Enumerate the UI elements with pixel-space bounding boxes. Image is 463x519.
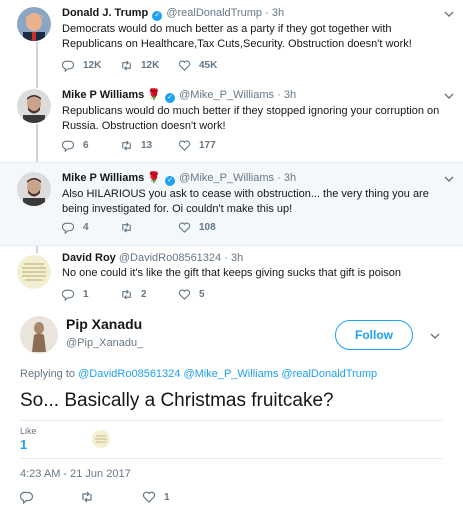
retweet-button[interactable] bbox=[120, 221, 178, 234]
reply-count: 4 bbox=[83, 222, 89, 233]
retweet-button[interactable]: 13 bbox=[120, 139, 178, 152]
tweet[interactable]: Donald J. Trump ✓ @realDonaldTrump · 3h … bbox=[0, 0, 463, 82]
replying-to: Replying to @DavidRo08561324 @Mike_P_Wil… bbox=[20, 368, 377, 380]
tweet-text: No one could it's like the gift that kee… bbox=[62, 267, 402, 279]
retweet-count: 13 bbox=[141, 140, 153, 151]
tweet-text: Republicans would do much better if they… bbox=[62, 105, 440, 132]
reply-count: 1 bbox=[83, 289, 89, 300]
like-count: 45K bbox=[199, 60, 218, 71]
avatar[interactable] bbox=[17, 89, 51, 123]
retweet-icon bbox=[122, 140, 131, 151]
like-count: 1 bbox=[164, 491, 170, 503]
author-handle[interactable]: @Pip_Xanadu_ bbox=[66, 337, 143, 349]
like-button[interactable]: 45K bbox=[178, 59, 236, 72]
like-button[interactable]: 5 bbox=[178, 288, 236, 301]
reply-count: 12K bbox=[83, 60, 102, 71]
like-icon bbox=[178, 222, 191, 233]
verified-icon: ✓ bbox=[165, 93, 176, 103]
retweet-button[interactable]: 12K bbox=[120, 59, 178, 72]
rose-icon: 🌹 bbox=[147, 89, 161, 101]
tweet-time[interactable]: 3h bbox=[231, 252, 243, 264]
verified-icon: ✓ bbox=[165, 176, 176, 186]
retweet-count: 12K bbox=[141, 60, 160, 71]
avatar[interactable] bbox=[17, 7, 51, 41]
tweet-time[interactable]: 3h bbox=[272, 7, 284, 19]
replying-to-links[interactable]: @DavidRo08561324 @Mike_P_Williams @realD… bbox=[78, 368, 377, 380]
retweet-icon bbox=[122, 60, 131, 71]
like-count: 5 bbox=[199, 289, 205, 300]
replying-prefix: Replying to bbox=[20, 368, 76, 380]
follow-button[interactable]: Follow bbox=[335, 320, 413, 350]
author-name[interactable]: Donald J. Trump bbox=[62, 7, 148, 19]
rose-icon: 🌹 bbox=[147, 172, 161, 184]
separator-dot: · bbox=[224, 252, 228, 264]
divider bbox=[20, 420, 443, 421]
reply-button[interactable] bbox=[20, 490, 80, 504]
separator-dot: · bbox=[277, 172, 281, 184]
like-icon bbox=[178, 140, 191, 151]
reply-count: 6 bbox=[83, 140, 89, 151]
like-button[interactable]: 177 bbox=[178, 139, 236, 152]
retweet-count: 2 bbox=[141, 289, 147, 300]
like-icon bbox=[142, 491, 156, 503]
divider bbox=[20, 458, 443, 459]
tweet-text: Also HILARIOUS you ask to cease with obs… bbox=[62, 188, 429, 215]
separator-dot: · bbox=[277, 89, 281, 101]
retweet-icon bbox=[82, 491, 92, 503]
reply-icon bbox=[20, 491, 34, 504]
like-count: 177 bbox=[199, 140, 216, 151]
likes-label: Like bbox=[20, 426, 37, 436]
author-handle[interactable]: @DavidRo08561324 bbox=[119, 252, 221, 264]
like-icon bbox=[178, 60, 191, 71]
reply-icon bbox=[62, 60, 75, 72]
retweet-icon bbox=[122, 289, 131, 300]
reply-icon bbox=[62, 289, 75, 301]
chevron-down-icon[interactable] bbox=[443, 173, 455, 185]
tweet-time[interactable]: 3h bbox=[284, 89, 296, 101]
author-handle[interactable]: @realDonaldTrump bbox=[166, 7, 262, 19]
reply-icon bbox=[62, 140, 75, 152]
tweet-timestamp[interactable]: 4:23 AM - 21 Jun 2017 bbox=[20, 468, 131, 480]
retweet-icon bbox=[122, 222, 131, 233]
avatar[interactable] bbox=[20, 316, 58, 354]
separator-dot: · bbox=[265, 7, 269, 19]
tweet-time[interactable]: 3h bbox=[284, 172, 296, 184]
reply-button[interactable]: 4 bbox=[62, 221, 120, 234]
like-icon bbox=[178, 289, 191, 300]
author-name[interactable]: David Roy bbox=[62, 252, 116, 264]
like-button[interactable]: 108 bbox=[178, 221, 236, 234]
author-handle[interactable]: @Mike_P_Williams bbox=[179, 89, 274, 101]
verified-icon: ✓ bbox=[152, 11, 163, 21]
avatar[interactable] bbox=[17, 172, 51, 206]
tweet-text: Democrats would do much better as a part… bbox=[62, 23, 412, 50]
avatar[interactable] bbox=[17, 255, 51, 289]
reply-button[interactable]: 6 bbox=[62, 139, 120, 152]
chevron-down-icon[interactable] bbox=[443, 8, 455, 20]
author-name[interactable]: Pip Xanadu bbox=[66, 316, 142, 332]
author-name[interactable]: Mike P Williams bbox=[62, 172, 144, 184]
likes-count[interactable]: 1 bbox=[20, 437, 27, 452]
retweet-button[interactable] bbox=[80, 490, 142, 504]
author-name[interactable]: Mike P Williams bbox=[62, 89, 144, 101]
reply-button[interactable]: 12K bbox=[62, 59, 120, 72]
liker-avatar[interactable] bbox=[92, 430, 110, 448]
chevron-down-icon[interactable] bbox=[429, 330, 441, 342]
reply-button[interactable]: 1 bbox=[62, 288, 120, 301]
chevron-down-icon[interactable] bbox=[443, 90, 455, 102]
like-button[interactable]: 1 bbox=[142, 490, 200, 504]
reply-icon bbox=[62, 222, 75, 234]
retweet-button[interactable]: 2 bbox=[120, 288, 178, 301]
author-handle[interactable]: @Mike_P_Williams bbox=[179, 172, 274, 184]
main-tweet-text: So... Basically a Christmas fruitcake? bbox=[20, 390, 334, 411]
like-count: 108 bbox=[199, 222, 216, 233]
